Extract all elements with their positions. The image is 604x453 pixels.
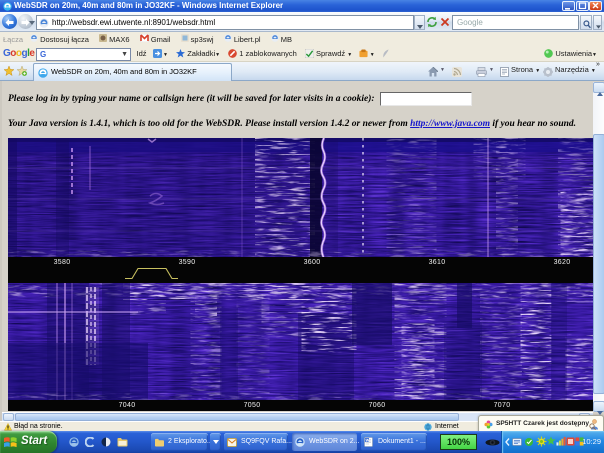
svg-text:W: W — [366, 437, 370, 442]
